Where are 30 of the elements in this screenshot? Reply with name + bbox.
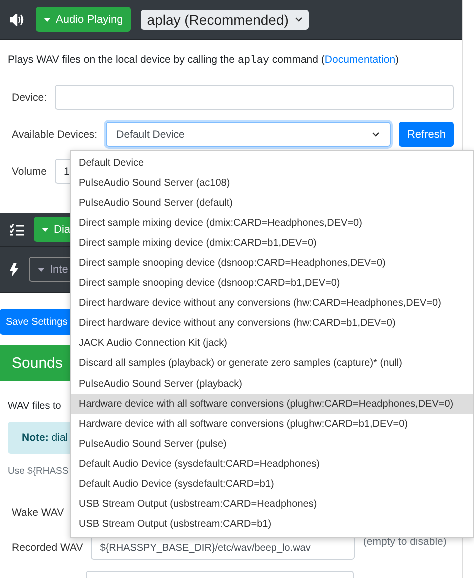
menu-item[interactable]: PulseAudio Sound Server (default) (71, 193, 473, 214)
field-label: Device: (12, 92, 48, 104)
intro-text: WAV files to (8, 401, 62, 412)
menu-item[interactable]: Default Device (71, 153, 473, 174)
documentation-link[interactable]: Documentation (324, 54, 396, 66)
device-select[interactable]: Default Device (106, 122, 392, 147)
caret-icon (42, 228, 49, 232)
caret-icon (44, 18, 51, 22)
field-label: Volume (12, 166, 48, 178)
menu-item[interactable]: USB Stream Output (usbstream:CARD=Headphones) (71, 494, 473, 515)
system-select[interactable]: aplay (Recommended) (141, 10, 309, 30)
field-label: Recorded WAV (12, 542, 84, 554)
speaker-icon (10, 14, 26, 26)
menu-item[interactable]: PulseAudio Sound Server (ac108) (71, 173, 473, 194)
field-label: Available Devices: (12, 128, 98, 140)
menu-item[interactable]: USB Stream Output (usbstream:CARD=b1) (71, 514, 473, 535)
caret-icon (38, 268, 45, 272)
description-text: Plays WAV files on the local device by calling the aplay command (Documentation) (8, 54, 400, 67)
refresh-button[interactable]: Refresh (399, 122, 454, 147)
checklist-icon (10, 224, 24, 236)
hint-text: Use ${RHASS (8, 466, 69, 477)
lightning-icon (10, 262, 19, 276)
input-field[interactable] (55, 85, 454, 110)
field-label: Wake WAV (12, 507, 64, 519)
menu-item[interactable]: Default Audio Device (sysdefault:CARD=Headphones) (71, 454, 473, 474)
menu-item[interactable]: Hardware device with all software conversions (plughw:CARD=Headphones,DEV=0) (71, 394, 473, 414)
hint-text: (empty to disable) (363, 536, 448, 548)
chevron-down-icon (294, 17, 303, 22)
menu-item[interactable]: Default Audio Device (sysdefault:CARD=b1) (71, 474, 473, 495)
chevron-down-icon (372, 132, 380, 137)
